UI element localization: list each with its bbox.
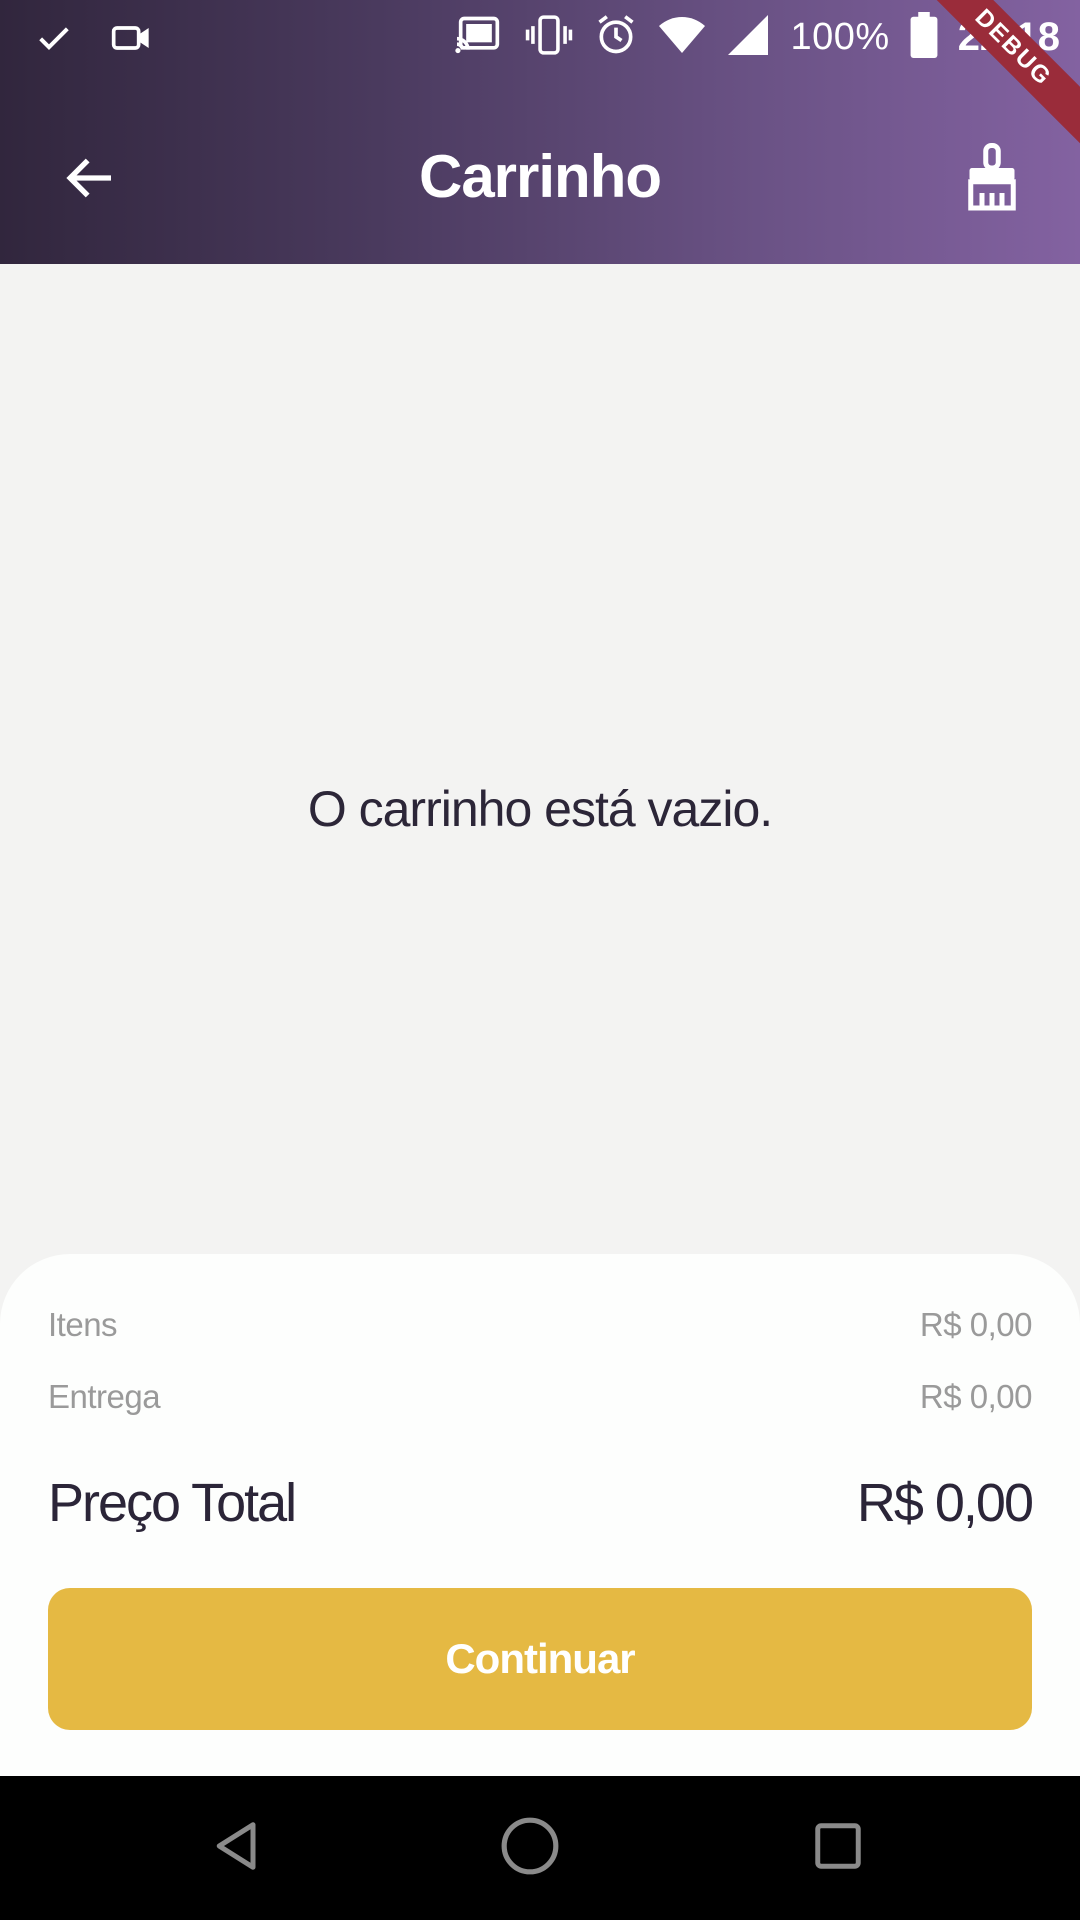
app-header: 100% 22:18 DEBUG Carrinho — [0, 0, 1080, 264]
nav-back-button[interactable] — [196, 1806, 280, 1890]
continue-button[interactable]: Continuar — [48, 1588, 1032, 1730]
alarm-icon — [594, 13, 638, 62]
empty-cart-message: O carrinho está vazio. — [307, 781, 773, 837]
vibrate-icon — [524, 13, 574, 62]
items-row: Itens R$ 0,00 — [48, 1306, 1033, 1344]
check-icon — [34, 18, 74, 63]
battery-icon — [910, 12, 938, 63]
video-camera-icon — [110, 18, 154, 63]
status-bar: 100% 22:18 — [0, 0, 1080, 78]
nav-home-button[interactable] — [488, 1806, 572, 1890]
back-triangle-icon — [208, 1816, 268, 1881]
navigation-bar — [0, 1776, 1080, 1920]
broom-icon — [961, 142, 1023, 218]
clear-cart-button[interactable] — [950, 138, 1034, 222]
items-value: R$ 0,00 — [919, 1306, 1033, 1343]
signal-icon — [726, 13, 770, 62]
battery-percentage: 100% — [790, 16, 890, 58]
nav-recents-button[interactable] — [796, 1806, 880, 1890]
cast-icon — [454, 13, 504, 62]
items-label: Itens — [48, 1306, 118, 1343]
recents-square-icon — [811, 1819, 865, 1878]
total-value: R$ 0,00 — [856, 1473, 1034, 1533]
delivery-label: Entrega — [48, 1378, 161, 1415]
page-title: Carrinho — [418, 143, 662, 210]
delivery-value: R$ 0,00 — [919, 1378, 1033, 1415]
toolbar: Carrinho — [0, 120, 1080, 240]
wifi-icon — [658, 13, 706, 62]
total-label: Preço Total — [48, 1473, 297, 1533]
status-bar-left — [34, 18, 154, 63]
home-circle-icon — [499, 1815, 561, 1882]
total-row: Preço Total R$ 0,00 — [48, 1472, 1034, 1534]
delivery-row: Entrega R$ 0,00 — [48, 1378, 1033, 1416]
order-summary-sheet: Itens R$ 0,00 Entrega R$ 0,00 Preço Tota… — [0, 1254, 1080, 1776]
